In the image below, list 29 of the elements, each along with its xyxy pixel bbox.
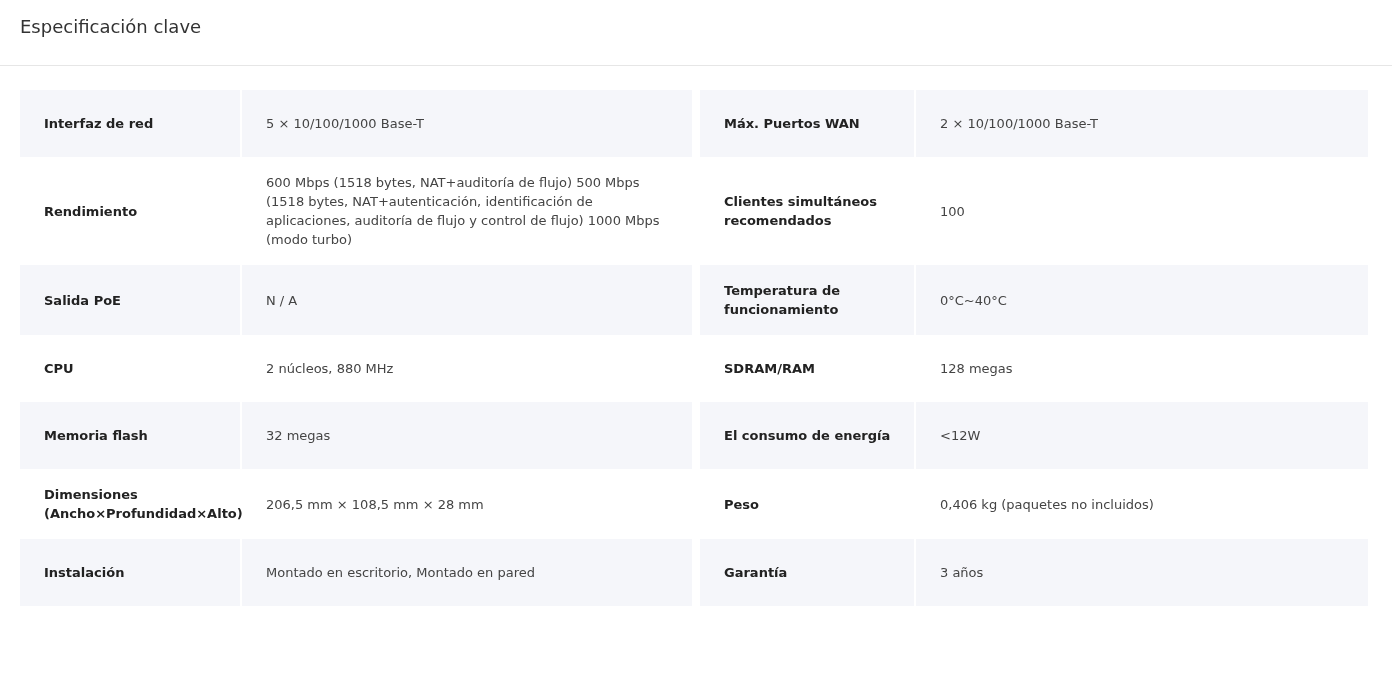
spec-value: Montado en escritorio, Montado en pared	[266, 564, 535, 582]
spec-value: 3 años	[940, 564, 984, 582]
spec-label: Temperatura de funcionamiento	[724, 282, 842, 319]
spec-label: El consumo de energía	[724, 427, 891, 445]
spec-label: Memoria flash	[44, 427, 148, 445]
spec-value: 128 megas	[940, 360, 1013, 378]
spec-value: 5 × 10/100/1000 Base-T	[266, 115, 424, 133]
spec-label: Rendimiento	[44, 202, 138, 221]
spec-value: 100	[940, 202, 965, 221]
spec-value: 206,5 mm × 108,5 mm × 28 mm	[266, 495, 484, 514]
spec-label: Máx. Puertos WAN	[724, 115, 860, 133]
spec-value: 32 megas	[266, 427, 331, 445]
section-title: Especificación clave	[0, 0, 1392, 66]
spec-label: Garantía	[724, 564, 788, 582]
spec-label: Instalación	[44, 564, 125, 582]
spec-label: Dimensiones (Ancho×Profundidad×Alto)	[44, 486, 243, 523]
spec-value: 0,406 kg (paquetes no incluidos)	[940, 495, 1154, 514]
spec-value: 2 × 10/100/1000 Base-T	[940, 115, 1098, 133]
spec-label: Interfaz de red	[44, 115, 154, 133]
spec-label: SDRAM/RAM	[724, 360, 815, 378]
spec-value: 2 núcleos, 880 MHz	[266, 360, 394, 378]
spec-value: N / A	[266, 291, 298, 310]
spec-label: Salida PoE	[44, 291, 121, 310]
spec-label: CPU	[44, 360, 74, 378]
spec-label: Peso	[724, 495, 759, 514]
spec-label: Clientes simultáneos recomendados	[724, 193, 878, 230]
spec-value: <12W	[940, 427, 981, 445]
spec-value: 0°C~40°C	[940, 291, 1007, 310]
spec-value: 600 Mbps (1518 bytes, NAT+auditoría de flujo) 500 Mbps (1518 bytes, NAT+autenticación, identificación de aplicaciones, auditoría de flujo y control de flujo) 1000 Mbps (modo turbo)	[266, 174, 661, 249]
